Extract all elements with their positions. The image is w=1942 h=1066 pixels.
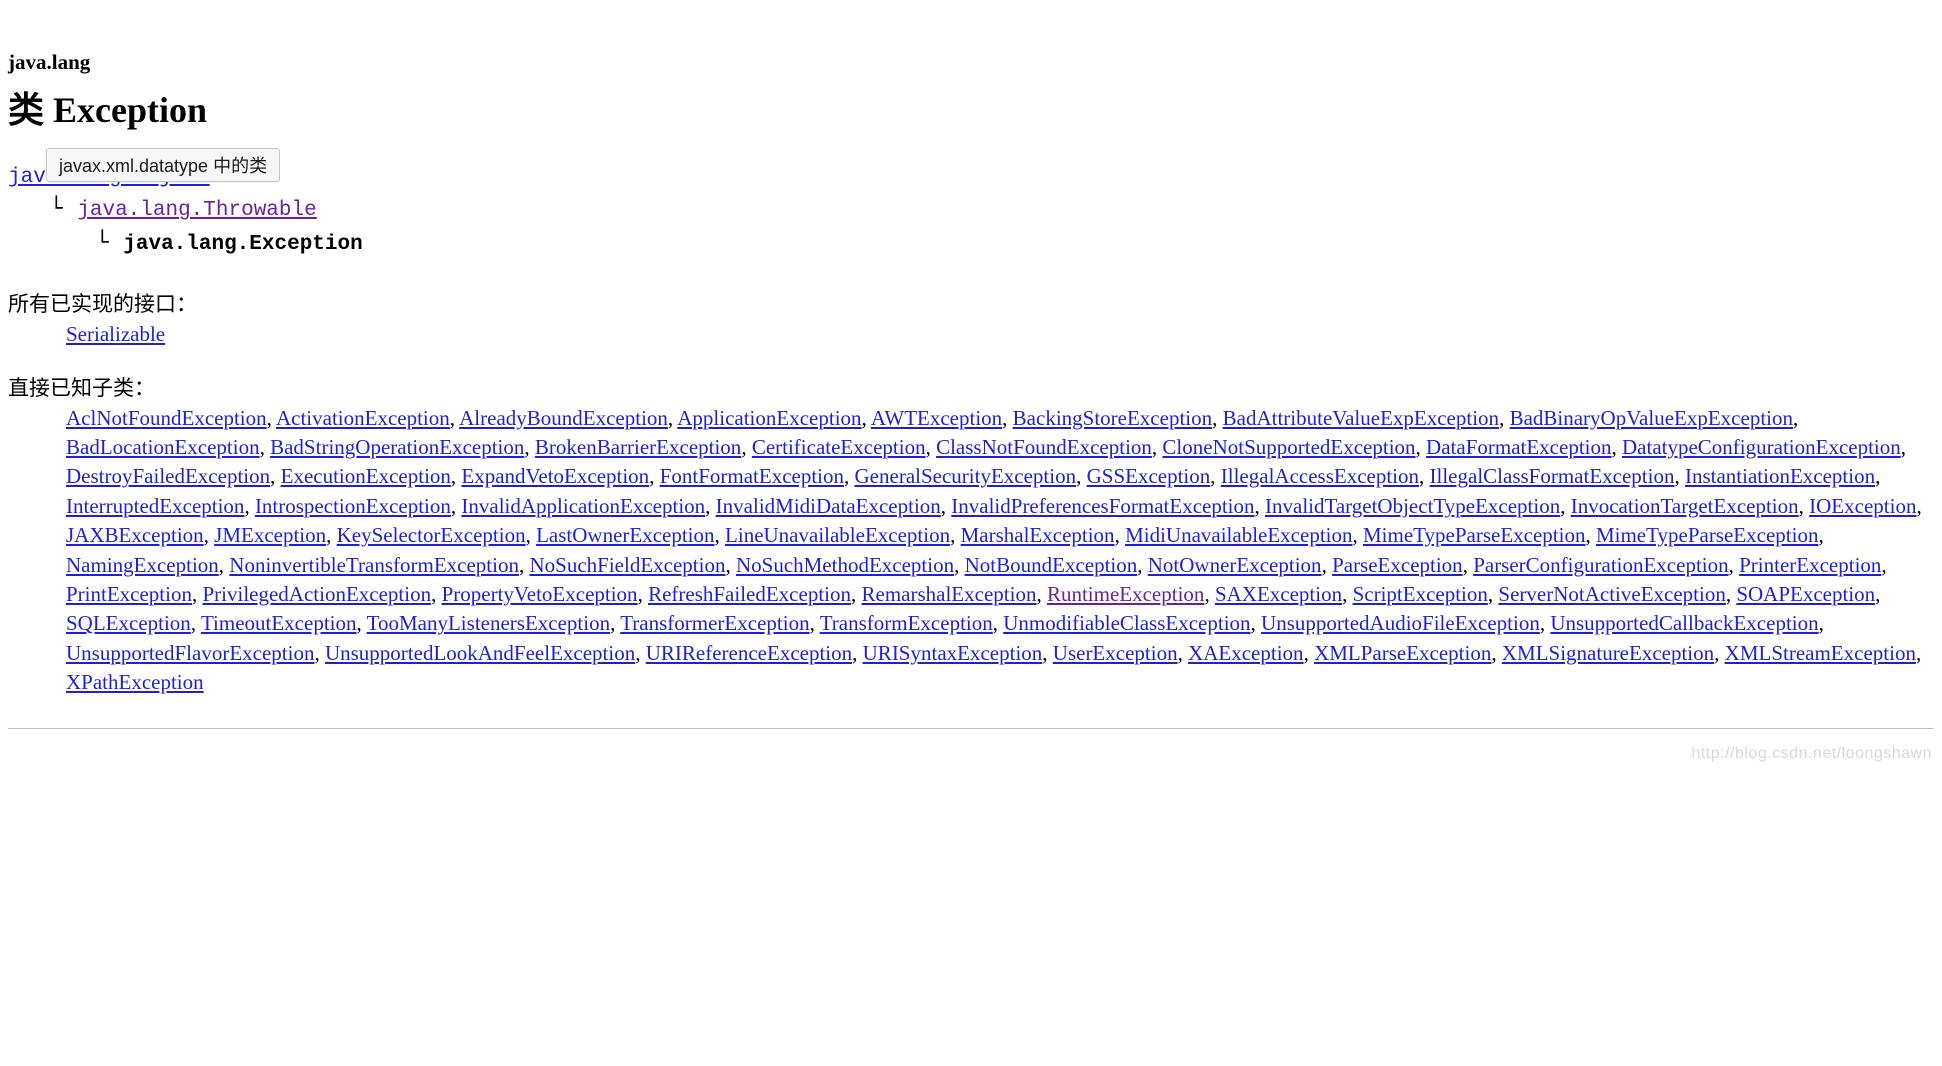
- subclass-link[interactable]: DatatypeConfigurationException: [1622, 435, 1901, 459]
- subclass-link[interactable]: GSSException: [1087, 464, 1211, 488]
- subclass-link[interactable]: MidiUnavailableException: [1125, 523, 1352, 547]
- subclass-link[interactable]: LineUnavailableException: [725, 523, 950, 547]
- subclass-link[interactable]: ParserConfigurationException: [1473, 553, 1728, 577]
- subclass-link[interactable]: IntrospectionException: [255, 494, 451, 518]
- subclass-link[interactable]: NamingException: [66, 553, 219, 577]
- subclass-link[interactable]: LastOwnerException: [536, 523, 714, 547]
- subclass-link[interactable]: CloneNotSupportedException: [1162, 435, 1415, 459]
- subclass-link[interactable]: IllegalAccessException: [1221, 464, 1419, 488]
- known-subclasses-heading: 直接已知子类：: [8, 372, 1934, 402]
- subclass-link[interactable]: ApplicationException: [677, 406, 861, 430]
- subclass-link[interactable]: TooManyListenersException: [367, 611, 610, 635]
- subclass-link[interactable]: PrinterException: [1739, 553, 1881, 577]
- subclass-link[interactable]: XPathException: [66, 670, 204, 694]
- subclass-link[interactable]: NotOwnerException: [1148, 553, 1322, 577]
- subclass-link[interactable]: DestroyFailedException: [66, 464, 270, 488]
- watermark-text: http://blog.csdn.net/loongshawn: [1691, 745, 1932, 763]
- subclass-link[interactable]: IllegalClassFormatException: [1430, 464, 1675, 488]
- inheritance-tree: java.lang.Object └ java.lang.Throwable └…: [8, 163, 1934, 260]
- subclass-link[interactable]: DataFormatException: [1426, 435, 1611, 459]
- subclass-link[interactable]: IOException: [1809, 494, 1916, 518]
- subclass-link[interactable]: ParseException: [1332, 553, 1463, 577]
- implemented-interfaces-list: Serializable: [66, 320, 1934, 349]
- tree-branch-icon: └: [50, 196, 63, 220]
- subclass-link[interactable]: PrivilegedActionException: [202, 582, 431, 606]
- subclass-link[interactable]: BrokenBarrierException: [535, 435, 741, 459]
- subclass-link[interactable]: BackingStoreException: [1013, 406, 1212, 430]
- subclass-link[interactable]: MimeTypeParseException: [1363, 523, 1585, 547]
- subclass-link[interactable]: RuntimeException: [1047, 582, 1204, 606]
- subclass-link[interactable]: NoSuchFieldException: [529, 553, 725, 577]
- subclass-link[interactable]: URISyntaxException: [863, 641, 1043, 665]
- subclass-link[interactable]: NoSuchMethodException: [736, 553, 954, 577]
- tree-branch-icon: └: [96, 230, 109, 254]
- subclass-link[interactable]: InvocationTargetException: [1571, 494, 1799, 518]
- subclass-link[interactable]: TransformerException: [620, 611, 809, 635]
- subclass-link[interactable]: NoninvertibleTransformException: [229, 553, 519, 577]
- subclass-link[interactable]: UnsupportedFlavorException: [66, 641, 314, 665]
- subclass-link[interactable]: RemarshalException: [862, 582, 1037, 606]
- interface-link[interactable]: Serializable: [66, 322, 165, 346]
- implemented-interfaces-heading: 所有已实现的接口：: [8, 288, 1934, 318]
- subclass-link[interactable]: InterruptedException: [66, 494, 244, 518]
- subclass-link[interactable]: TransformException: [820, 611, 993, 635]
- subclass-link[interactable]: InvalidTargetObjectTypeException: [1265, 494, 1560, 518]
- subclass-link[interactable]: InvalidPreferencesFormatException: [951, 494, 1254, 518]
- subclass-link[interactable]: ActivationException: [276, 406, 450, 430]
- subclass-link[interactable]: UserException: [1053, 641, 1178, 665]
- subclass-link[interactable]: XMLStreamException: [1725, 641, 1916, 665]
- page-title: 类 Exception: [8, 81, 1934, 133]
- subclass-link[interactable]: MarshalException: [961, 523, 1115, 547]
- subclass-link[interactable]: BadBinaryOpValueExpException: [1510, 406, 1793, 430]
- subclass-link[interactable]: BadLocationException: [66, 435, 260, 459]
- subclass-link[interactable]: SQLException: [66, 611, 191, 635]
- subclass-link[interactable]: JMException: [214, 523, 326, 547]
- subclass-link[interactable]: KeySelectorException: [337, 523, 526, 547]
- subclass-link[interactable]: InstantiationException: [1685, 464, 1875, 488]
- subclass-link[interactable]: CertificateException: [752, 435, 926, 459]
- known-subclasses-list: AclNotFoundException, ActivationExceptio…: [66, 404, 1934, 698]
- hover-tooltip: javax.xml.datatype 中的类: [46, 148, 280, 182]
- subclass-link[interactable]: ClassNotFoundException: [936, 435, 1152, 459]
- subclass-link[interactable]: AclNotFoundException: [66, 406, 267, 430]
- subclass-link[interactable]: InvalidApplicationException: [461, 494, 705, 518]
- subclass-link[interactable]: SOAPException: [1736, 582, 1875, 606]
- subclass-link[interactable]: UnsupportedCallbackException: [1550, 611, 1818, 635]
- subclass-link[interactable]: ExecutionException: [281, 464, 451, 488]
- footer-divider: [8, 728, 1934, 729]
- subclass-link[interactable]: NotBoundException: [965, 553, 1138, 577]
- subclass-link[interactable]: FontFormatException: [660, 464, 844, 488]
- javadoc-page: javax.xml.datatype 中的类 java.lang 类 Excep…: [0, 0, 1942, 769]
- subclass-link[interactable]: SAXException: [1215, 582, 1342, 606]
- subclass-link[interactable]: UnsupportedLookAndFeelException: [325, 641, 635, 665]
- subclass-link[interactable]: ScriptException: [1353, 582, 1488, 606]
- subclass-link[interactable]: PropertyVetoException: [442, 582, 638, 606]
- subclass-link[interactable]: XMLParseException: [1314, 641, 1491, 665]
- subclass-link[interactable]: URIReferenceException: [646, 641, 852, 665]
- subclass-link[interactable]: XAException: [1188, 641, 1303, 665]
- subclass-link[interactable]: UnsupportedAudioFileException: [1261, 611, 1540, 635]
- subclass-link[interactable]: UnmodifiableClassException: [1003, 611, 1250, 635]
- subclass-link[interactable]: ExpandVetoException: [461, 464, 649, 488]
- subclass-link[interactable]: InvalidMidiDataException: [716, 494, 941, 518]
- subclass-link[interactable]: JAXBException: [66, 523, 204, 547]
- subclass-link[interactable]: BadAttributeValueExpException: [1223, 406, 1499, 430]
- inheritance-current-class: java.lang.Exception: [123, 233, 362, 256]
- subclass-link[interactable]: AWTException: [871, 406, 1002, 430]
- subclass-link[interactable]: PrintException: [66, 582, 192, 606]
- subclass-link[interactable]: AlreadyBoundException: [459, 406, 668, 430]
- subclass-link[interactable]: XMLSignatureException: [1502, 641, 1714, 665]
- subclass-link[interactable]: GeneralSecurityException: [855, 464, 1077, 488]
- subclass-link[interactable]: BadStringOperationException: [270, 435, 524, 459]
- inheritance-link-throwable[interactable]: java.lang.Throwable: [77, 199, 316, 222]
- subclass-link[interactable]: TimeoutException: [201, 611, 357, 635]
- package-label: java.lang: [8, 50, 1934, 75]
- subclass-link[interactable]: RefreshFailedException: [648, 582, 851, 606]
- subclass-link[interactable]: MimeTypeParseException: [1596, 523, 1818, 547]
- subclass-link[interactable]: ServerNotActiveException: [1498, 582, 1725, 606]
